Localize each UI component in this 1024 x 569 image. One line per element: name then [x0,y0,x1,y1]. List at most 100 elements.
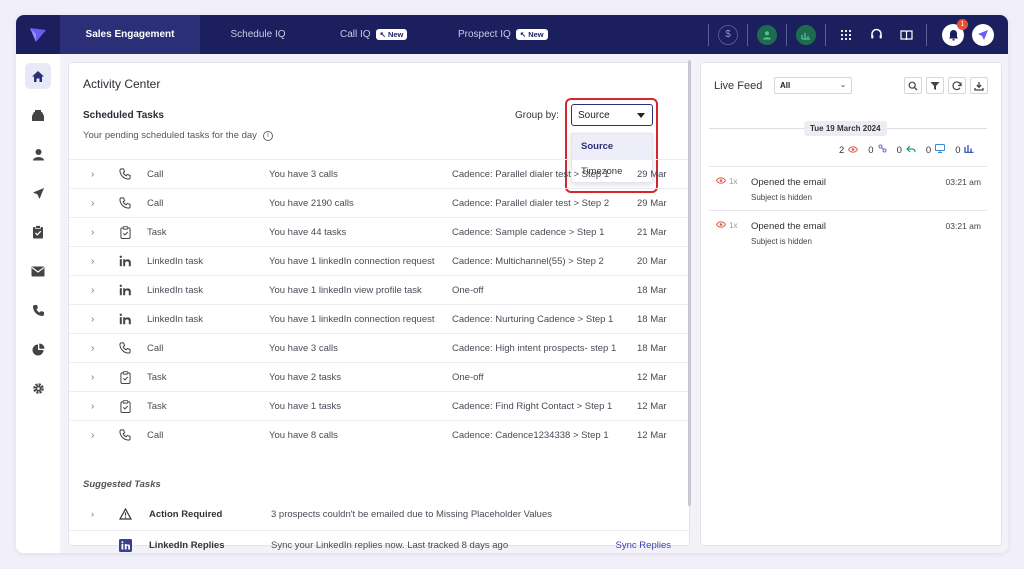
sidebar-item-calls[interactable] [25,297,51,323]
task-type: Call [147,197,164,209]
phone-icon [32,304,44,316]
brand-logo-icon[interactable] [16,15,60,54]
task-description: You have 44 tasks [269,226,347,238]
table-row[interactable]: › LinkedIn task You have 1 linkedIn connec… [69,246,689,275]
task-source: Cadence: Nurturing Cadence > Step 1 [452,313,614,325]
top-nav: Sales Engagement Schedule IQ Call IQ ↖ Ne… [16,15,1008,54]
task-description: You have 1 tasks [269,400,342,412]
table-row[interactable]: › Task You have 44 tasks Cadence: Sample ca… [69,217,689,246]
task-type: Task [147,226,167,238]
sidebar-item-inbox[interactable] [25,102,51,128]
download-button[interactable] [970,77,988,94]
page-title: Activity Center [83,77,161,91]
chevron-right-icon[interactable]: › [91,169,94,180]
task-description: You have 3 calls [269,168,338,180]
task-source: Cadence: Multichannel(55) > Step 2 [452,255,604,267]
sidebar [16,54,60,553]
table-row[interactable]: › LinkedIn task You have 1 linkedIn connec… [69,304,689,333]
phone-icon [118,196,132,210]
book-icon[interactable] [895,24,917,46]
feed-stats: 20000 [839,144,974,156]
feed-item[interactable]: 1x Opened the email Subject is hidden 03… [709,210,987,254]
table-row[interactable]: › Task You have 2 tasks One-off 12 Mar [69,362,689,391]
task-description: You have 1 linkedIn connection request [269,255,435,267]
caret-down-icon [637,113,645,118]
table-row[interactable]: › Task You have 1 tasks Cadence: Find Right… [69,391,689,420]
new-badge: ↖ New [375,29,408,40]
task-date: 18 Mar [637,313,667,325]
dropdown-option-source[interactable]: Source [572,134,652,159]
user-icon[interactable] [757,24,777,45]
group-by-select[interactable]: Source [571,104,653,126]
chevron-right-icon[interactable]: › [91,509,94,520]
search-button[interactable] [904,77,922,94]
paper-plane-icon [32,187,44,199]
live-feed-filter-select[interactable]: All ⌄ [774,77,852,94]
chevron-right-icon[interactable]: › [91,198,94,209]
filter-button[interactable] [926,77,944,94]
analytics-icon[interactable] [796,24,816,45]
clipboard-icon [118,370,132,384]
info-icon[interactable]: i [262,130,273,141]
task-description: You have 3 calls [269,342,338,354]
sidebar-item-settings[interactable] [25,375,51,401]
task-date: 12 Mar [637,429,667,441]
chevron-right-icon[interactable]: › [91,227,94,238]
dollar-icon[interactable]: $ [718,24,738,45]
filter-icon [930,81,940,90]
linkedin-icon [118,312,132,326]
feed-stat: 0 [955,144,974,156]
table-row[interactable]: › LinkedIn task You have 1 linkedIn view p… [69,275,689,304]
suggested-row-action-required[interactable]: › Action Required 3 prospects couldn't b… [69,499,689,529]
sidebar-item-home[interactable] [25,63,51,89]
tab-sales-engagement[interactable]: Sales Engagement [60,15,200,54]
task-date: 21 Mar [637,226,667,238]
chevron-right-icon[interactable]: › [91,256,94,267]
headset-icon[interactable] [865,24,887,46]
live-feed-title: Live Feed [714,80,763,92]
task-type: LinkedIn task [147,255,203,267]
task-source: One-off [452,284,484,296]
tab-prospect-iq[interactable]: Prospect IQ ↖ New [434,15,574,54]
dialpad-icon[interactable] [835,24,857,46]
task-description: You have 8 calls [269,429,338,441]
warning-icon [118,507,132,521]
chevron-right-icon[interactable]: › [91,430,94,441]
sync-replies-link[interactable]: Sync Replies [616,540,671,551]
task-type: Call [147,342,164,354]
chevron-right-icon[interactable]: › [91,314,94,325]
tab-call-iq[interactable]: Call IQ ↖ New [316,15,434,54]
phone-icon [118,428,132,442]
chevron-right-icon[interactable]: › [91,401,94,412]
tab-schedule-iq[interactable]: Schedule IQ [200,15,316,54]
scrollbar[interactable] [688,60,691,506]
send-icon[interactable] [972,23,994,46]
chevron-right-icon[interactable]: › [91,343,94,354]
task-source: Cadence: Parallel dialer test > Step 1 [452,168,610,180]
feed-item[interactable]: 1x Opened the email Subject is hidden 03… [709,166,987,210]
table-row[interactable]: › Call You have 3 calls Cadence: High inten… [69,333,689,362]
sidebar-item-email[interactable] [25,258,51,284]
refresh-button[interactable] [948,77,966,94]
task-date: 29 Mar [637,197,667,209]
task-source: Cadence: Sample cadence > Step 1 [452,226,605,238]
sidebar-item-cadences[interactable] [25,180,51,206]
table-row[interactable]: › Call You have 8 calls Cadence: Cadence123… [69,420,689,449]
refresh-icon [952,80,962,90]
search-icon [908,81,918,90]
sidebar-item-reports[interactable] [25,336,51,362]
table-row[interactable]: › Call You have 2190 calls Cadence: Paralle… [69,188,689,217]
task-date: 20 Mar [637,255,667,267]
task-source: Cadence: High intent prospects- step 1 [452,342,617,354]
sidebar-item-prospects[interactable] [25,141,51,167]
chevron-right-icon[interactable]: › [91,372,94,383]
notification-bell-icon[interactable]: 1 [942,18,968,46]
monitor-icon [935,144,946,156]
sidebar-item-tasks[interactable] [25,219,51,245]
clipboard-check-icon [33,225,43,239]
task-source: One-off [452,371,484,383]
home-icon [32,70,44,82]
chevron-right-icon[interactable]: › [91,285,94,296]
table-row[interactable]: › Call You have 3 calls Cadence: Parallel d… [69,159,689,188]
clipboard-icon [118,225,132,239]
